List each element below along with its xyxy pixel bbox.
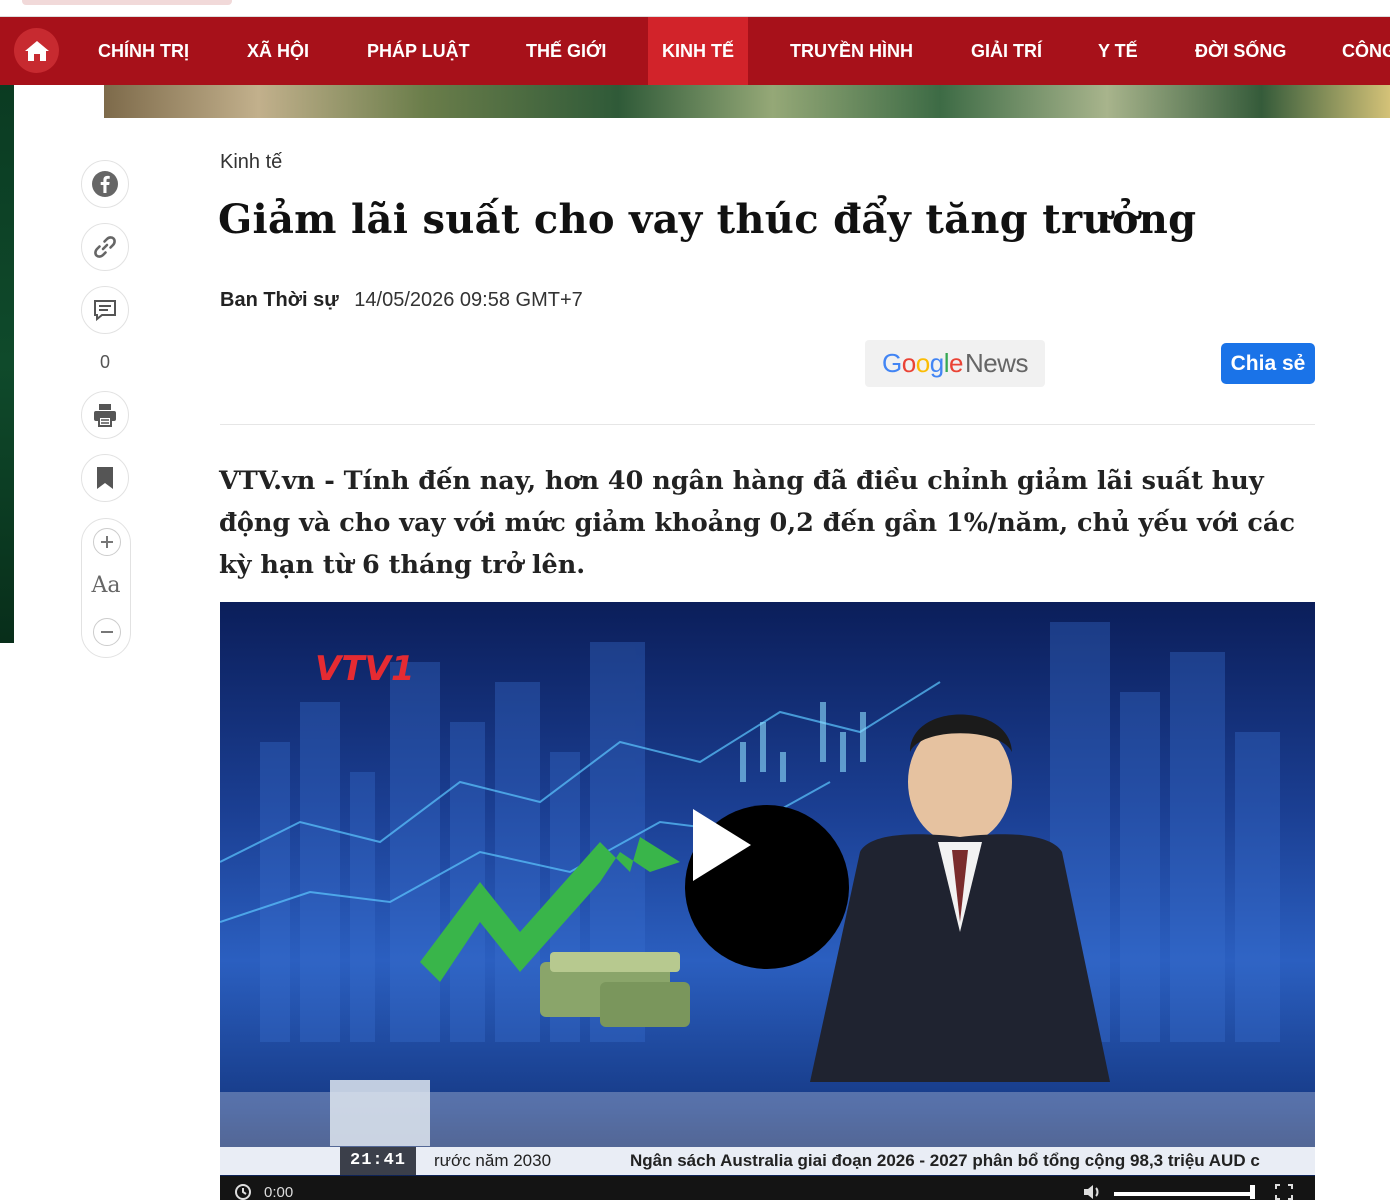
- google-letter: e: [948, 348, 963, 378]
- nav-item-the-gioi[interactable]: THẾ GIỚI: [512, 17, 620, 85]
- link-icon: [94, 236, 116, 258]
- article-category[interactable]: Kinh tế: [220, 151, 282, 174]
- nav-item-phap-luat[interactable]: PHÁP LUẬT: [353, 17, 484, 85]
- header-divider: [220, 424, 1315, 425]
- minus-icon: [101, 631, 113, 633]
- inset-graphic: [330, 1080, 430, 1146]
- video-controls: 0:00: [220, 1176, 1315, 1200]
- article-datetime: 14/05/2026 09:58 GMT+7: [354, 289, 583, 311]
- main-navigation: CHÍNH TRỊ XÃ HỘI PHÁP LUẬT THẾ GIỚI KINH…: [0, 17, 1390, 85]
- news-word: News: [964, 348, 1029, 378]
- facebook-icon: [92, 171, 118, 197]
- comment-icon: [94, 300, 116, 322]
- font-increase-button[interactable]: [93, 528, 121, 556]
- ticker-text-main: Ngân sách Australia giai đoạn 2026 - 202…: [630, 1151, 1260, 1170]
- bookmark-icon: [97, 467, 113, 489]
- svg-text:VTV1: VTV1: [315, 649, 414, 689]
- volume-icon[interactable]: [1082, 1184, 1102, 1200]
- play-button[interactable]: [685, 805, 849, 969]
- money-stack-graphic: [540, 952, 690, 1027]
- left-side-ad[interactable]: [0, 85, 14, 643]
- article-lead: VTV.vn - Tính đến nay, hơn 40 ngân hàng …: [219, 466, 1295, 580]
- ticker-time: 21:41: [340, 1147, 417, 1175]
- article-byline: Ban Thời sự 14/05/2026 09:58 GMT+7: [220, 289, 583, 312]
- facebook-share-button[interactable]: [81, 160, 129, 208]
- google-news-logo: GoogleNews: [882, 348, 1028, 379]
- print-icon: [94, 404, 116, 427]
- google-letter: o: [901, 348, 916, 378]
- top-strip: [0, 0, 1390, 17]
- home-icon: [24, 40, 49, 61]
- nav-item-chinh-tri[interactable]: CHÍNH TRỊ: [84, 17, 203, 85]
- top-banner-ad[interactable]: [104, 85, 1390, 118]
- print-button[interactable]: [81, 391, 129, 439]
- article-author[interactable]: Ban Thời sự: [220, 289, 339, 311]
- font-size-label: Aa: [91, 573, 121, 598]
- video-current-time: 0:00: [264, 1184, 294, 1200]
- play-icon: [693, 809, 751, 881]
- volume-handle[interactable]: [1250, 1185, 1255, 1199]
- home-button[interactable]: [14, 28, 59, 73]
- nav-item-truyen-hinh[interactable]: TRUYỀN HÌNH: [776, 17, 927, 85]
- nav-item-xa-hoi[interactable]: XÃ HỘI: [233, 17, 323, 85]
- font-size-control: Aa: [81, 518, 131, 658]
- top-ad-strip: [22, 0, 232, 5]
- bookmark-button[interactable]: [81, 454, 129, 502]
- share-button[interactable]: Chia sẻ: [1221, 343, 1315, 384]
- video-player[interactable]: VTV1 21:41 rước năm 2030 Ngân sách Austr…: [220, 602, 1315, 1200]
- vtv1-logo: VTV1: [315, 649, 414, 689]
- nav-item-doi-song[interactable]: ĐỜI SỐNG: [1181, 17, 1300, 85]
- nav-item-y-te[interactable]: Y TẾ: [1084, 17, 1152, 85]
- google-letter: g: [929, 348, 944, 378]
- google-letter: G: [882, 348, 902, 378]
- article-title: Giảm lãi suất cho vay thúc đẩy tăng trưở…: [218, 196, 1197, 243]
- comment-button[interactable]: [81, 286, 129, 334]
- copy-link-button[interactable]: [81, 223, 129, 271]
- fullscreen-icon[interactable]: [1275, 1184, 1293, 1200]
- google-letter: o: [915, 348, 930, 378]
- volume-slider[interactable]: [1114, 1192, 1254, 1196]
- ticker-text-left: rước năm 2030: [434, 1151, 552, 1170]
- font-decrease-button[interactable]: [93, 618, 121, 646]
- nav-item-giai-tri[interactable]: GIẢI TRÍ: [957, 17, 1056, 85]
- nav-item-kinh-te[interactable]: KINH TẾ: [648, 17, 748, 85]
- clock-icon: [235, 1184, 251, 1200]
- plus-icon: [101, 536, 113, 548]
- google-news-button[interactable]: GoogleNews: [865, 340, 1045, 387]
- comment-count: 0: [99, 352, 110, 372]
- nav-item-cong[interactable]: CÔNG: [1328, 17, 1390, 85]
